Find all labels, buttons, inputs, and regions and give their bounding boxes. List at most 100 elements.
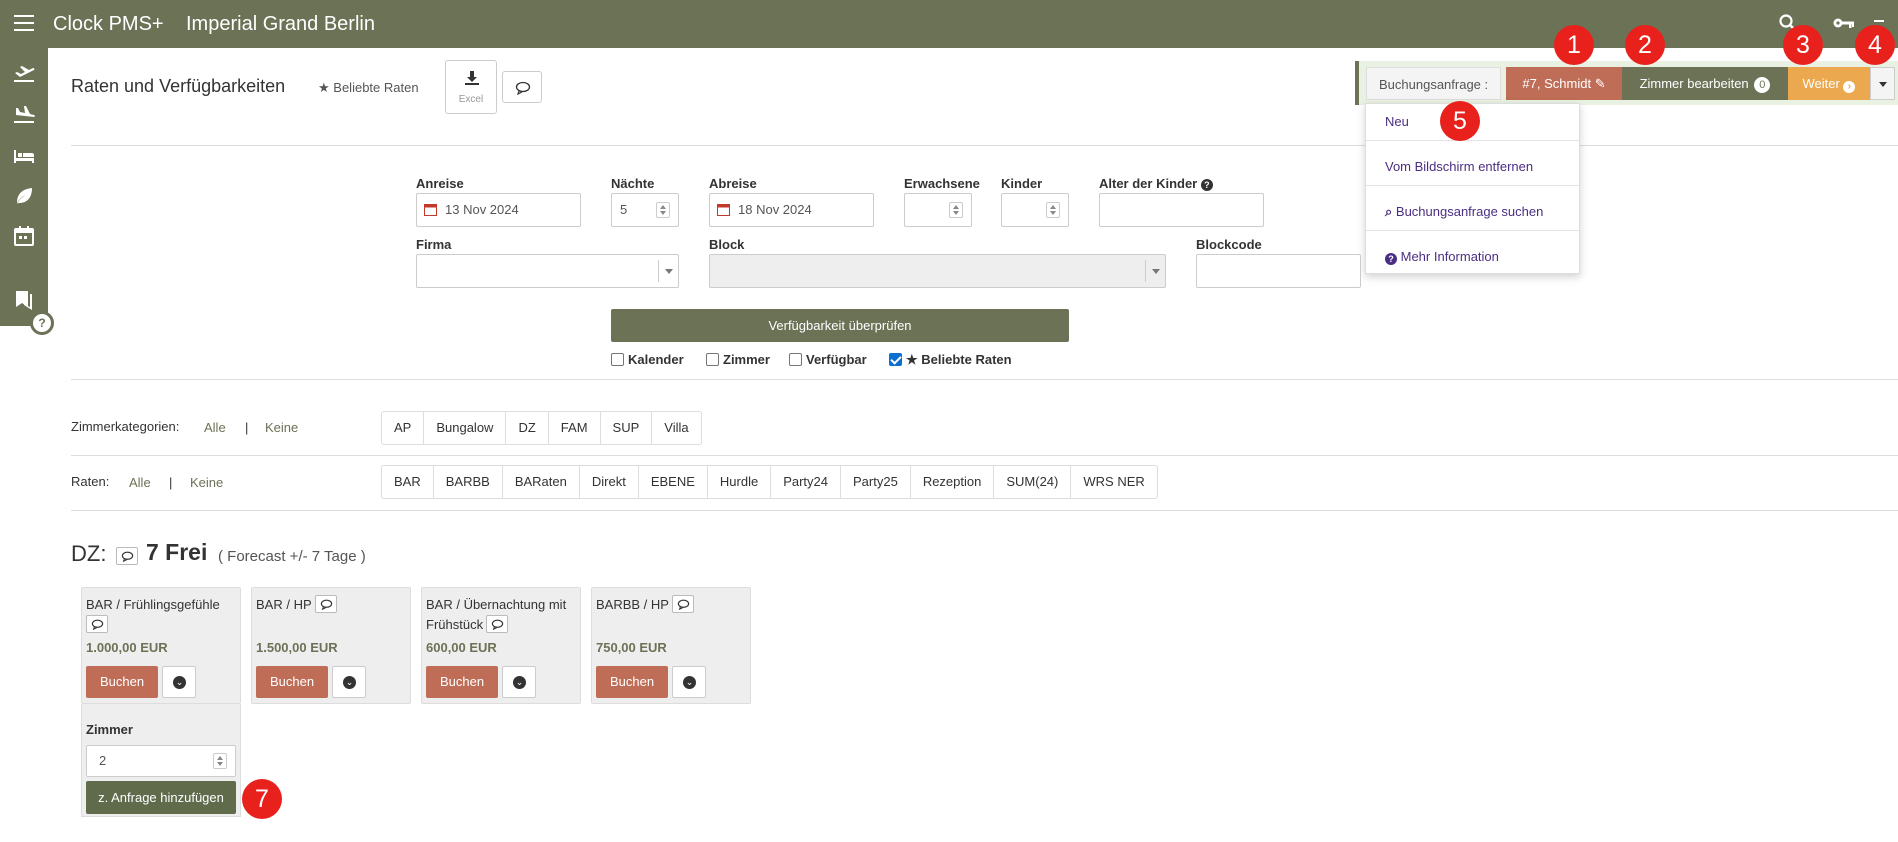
company-select[interactable]: [416, 254, 679, 288]
room-categories-all[interactable]: Alle: [204, 420, 226, 435]
rate-baraten[interactable]: BARaten: [503, 466, 580, 498]
room-category-ap[interactable]: AP: [382, 412, 425, 444]
rate-party25[interactable]: Party25: [841, 466, 911, 498]
category-comment-button[interactable]: [116, 547, 138, 565]
rate-comment-button[interactable]: [671, 595, 694, 613]
rate-card-price: 1.000,00 EUR: [86, 640, 168, 655]
child-ages-input[interactable]: [1099, 193, 1264, 227]
children-input[interactable]: [1001, 193, 1069, 227]
menu-icon[interactable]: [14, 15, 34, 31]
edit-rooms-label: Zimmer bearbeiten: [1639, 76, 1749, 91]
rate-card-name-wrap: BAR / Übernachtung mit Frühstück: [426, 595, 576, 635]
menu-item-new[interactable]: Neu: [1385, 114, 1409, 129]
rate-comment-button[interactable]: [86, 615, 108, 633]
adults-stepper[interactable]: [949, 202, 963, 218]
booking-request-dropdown-toggle[interactable]: [1870, 67, 1895, 100]
forecast-note: ( Forecast +/- 7 Tage ): [218, 548, 366, 565]
rates-all[interactable]: Alle: [129, 475, 151, 490]
bookmark-icon[interactable]: [12, 288, 36, 312]
rate-card: BAR / Frühlingsgefühle 1.000,00 EUR Buch…: [81, 587, 241, 704]
book-button[interactable]: Buchen: [256, 666, 328, 698]
check-availability-button[interactable]: Verfügbarkeit überprüfen: [611, 309, 1069, 342]
user-menu-icon[interactable]: [1874, 20, 1884, 22]
chevron-down-circle-icon: ⌄: [513, 676, 526, 689]
rate-comment-button[interactable]: [314, 595, 337, 613]
room-category-sup[interactable]: SUP: [601, 412, 653, 444]
calendar-checkbox[interactable]: [611, 353, 624, 366]
book-button[interactable]: Buchen: [426, 666, 498, 698]
question-circle-icon[interactable]: ?: [1200, 179, 1213, 191]
option-favorites-label: Beliebte Raten: [921, 352, 1012, 367]
menu-separator: [1366, 140, 1579, 141]
excel-export-button[interactable]: Excel: [445, 60, 497, 114]
rate-bar[interactable]: BAR: [382, 466, 434, 498]
menu-item-more-info[interactable]: ? Mehr Information: [1385, 249, 1499, 265]
blockcode-input[interactable]: [1196, 254, 1361, 288]
key-icon[interactable]: [1832, 13, 1856, 33]
add-to-request-button[interactable]: z. Anfrage hinzufügen: [86, 781, 236, 814]
rate-sum24[interactable]: SUM(24): [994, 466, 1072, 498]
hotel-name[interactable]: Imperial Grand Berlin: [186, 13, 375, 36]
block-select[interactable]: [709, 254, 1166, 288]
comment-icon: [320, 599, 332, 610]
rate-ebene[interactable]: EBENE: [639, 466, 708, 498]
block-label: Block: [709, 237, 745, 252]
rooms-quantity-value: 2: [99, 753, 107, 768]
adults-input[interactable]: [904, 193, 972, 227]
room-category-dz[interactable]: DZ: [506, 412, 549, 444]
option-calendar[interactable]: Kalender: [611, 352, 684, 367]
menu-item-remove[interactable]: Vom Bildschirm entfernen: [1385, 159, 1533, 174]
edit-rooms-button[interactable]: Zimmer bearbeiten 0: [1622, 67, 1788, 100]
bed-icon[interactable]: [12, 144, 36, 168]
help-icon[interactable]: ?: [30, 311, 54, 335]
rate-party24[interactable]: Party24: [771, 466, 841, 498]
rate-card: BARBB / HP 750,00 EUR Buchen ⌄: [591, 587, 751, 704]
rate-hurdle[interactable]: Hurdle: [708, 466, 772, 498]
favorites-checkbox[interactable]: [889, 353, 902, 366]
option-rooms[interactable]: Zimmer: [706, 352, 770, 367]
chevron-down-circle-icon: ⌄: [343, 676, 356, 689]
nights-input[interactable]: 5: [611, 193, 679, 227]
book-options-button[interactable]: ⌄: [162, 666, 196, 698]
departure-input[interactable]: 18 Nov 2024: [709, 193, 874, 227]
rate-barbb[interactable]: BARBB: [434, 466, 503, 498]
rooms-quantity-stepper[interactable]: [213, 753, 227, 769]
rooms-quantity-input[interactable]: 2: [86, 745, 236, 777]
arrival-icon[interactable]: [12, 102, 36, 126]
rooms-checkbox[interactable]: [706, 353, 719, 366]
booking-request-name-button[interactable]: #7, Schmidt ✎: [1506, 67, 1622, 100]
comment-icon: [491, 619, 504, 630]
rates-none[interactable]: Keine: [190, 475, 223, 490]
calendar-icon[interactable]: [12, 224, 36, 248]
available-checkbox[interactable]: [789, 353, 802, 366]
departure-icon[interactable]: [12, 62, 36, 86]
comment-button[interactable]: [502, 71, 542, 103]
booking-request-label: Buchungsanfrage :: [1366, 67, 1502, 100]
room-categories-none[interactable]: Keine: [265, 420, 298, 435]
book-options-button[interactable]: ⌄: [502, 666, 536, 698]
app-brand[interactable]: Clock PMS+: [53, 13, 164, 36]
leaf-icon[interactable]: [12, 184, 36, 208]
nights-stepper[interactable]: [656, 202, 670, 218]
rate-wrs-ner[interactable]: WRS NER: [1071, 466, 1156, 498]
menu-item-search[interactable]: ⌕ Buchungsanfrage suchen: [1385, 204, 1543, 220]
book-options-button[interactable]: ⌄: [672, 666, 706, 698]
arrival-label: Anreise: [416, 176, 464, 191]
room-category-villa[interactable]: Villa: [652, 412, 700, 444]
rate-rezeption[interactable]: Rezeption: [911, 466, 995, 498]
arrival-input[interactable]: 13 Nov 2024: [416, 193, 581, 227]
children-stepper[interactable]: [1046, 202, 1060, 218]
room-category-fam[interactable]: FAM: [549, 412, 601, 444]
rate-comment-button[interactable]: [486, 615, 509, 633]
next-button[interactable]: Weiter ›: [1788, 67, 1870, 100]
room-category-bungalow[interactable]: Bungalow: [424, 412, 507, 444]
nights-value: 5: [620, 202, 628, 217]
rate-direkt[interactable]: Direkt: [580, 466, 639, 498]
book-button[interactable]: Buchen: [86, 666, 158, 698]
favorites-link[interactable]: ★ Beliebte Raten: [318, 80, 419, 96]
book-button[interactable]: Buchen: [596, 666, 668, 698]
book-options-button[interactable]: ⌄: [332, 666, 366, 698]
departure-value: 18 Nov 2024: [738, 202, 812, 217]
option-favorites[interactable]: ★ Beliebte Raten: [889, 352, 1012, 368]
option-available[interactable]: Verfügbar: [789, 352, 867, 367]
